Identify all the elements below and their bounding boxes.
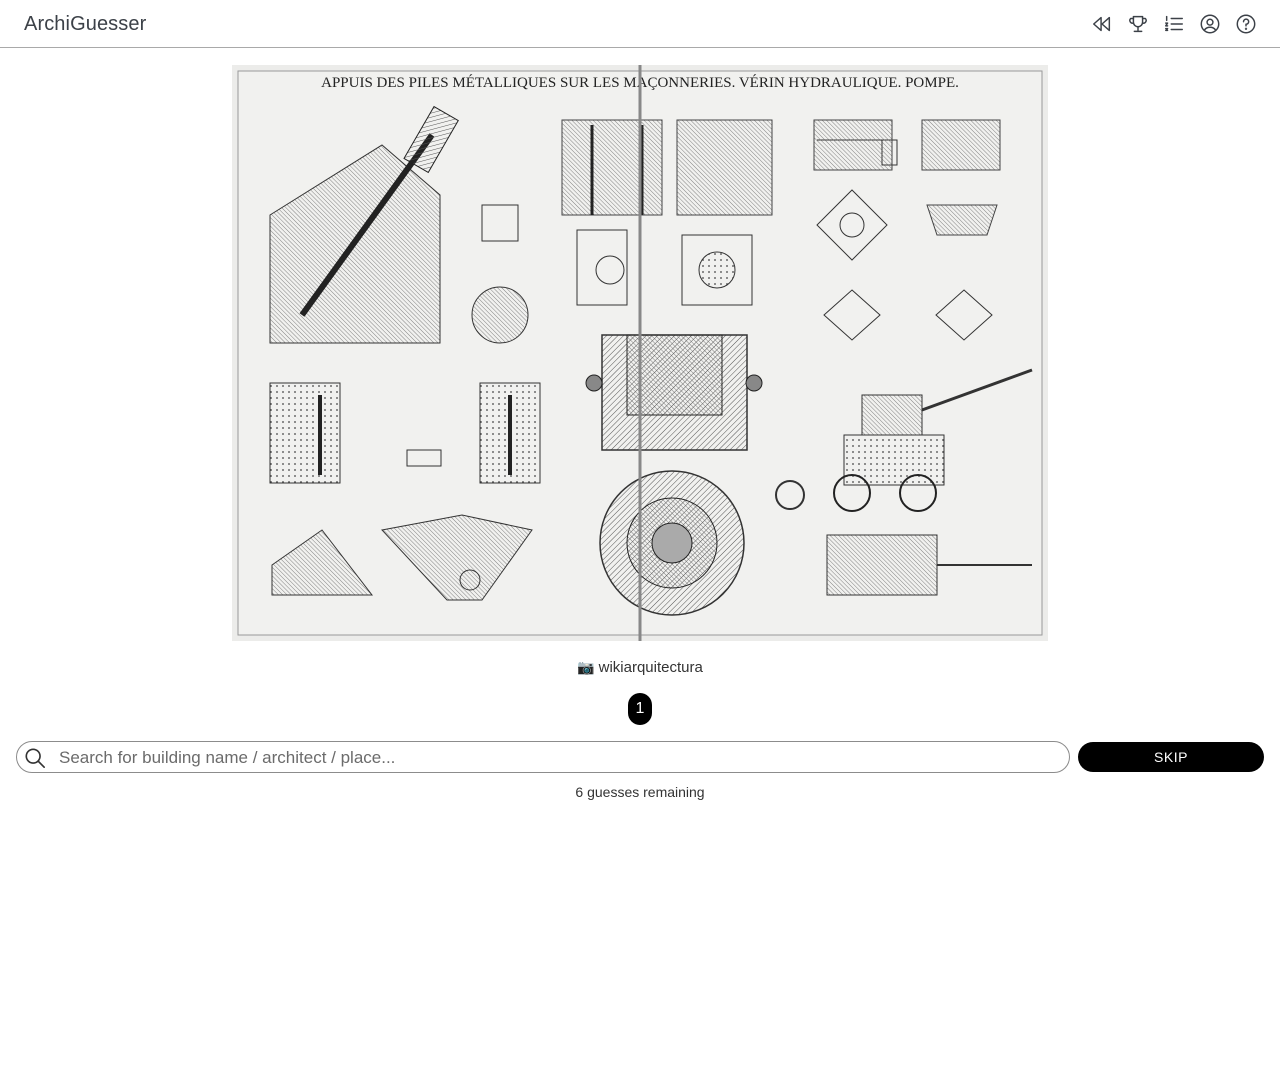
skip-button[interactable]: SKIP <box>1078 742 1264 772</box>
top-bar: ArchiGuesser <box>0 0 1280 48</box>
guesses-remaining: 6 guesses remaining <box>575 784 705 800</box>
account-icon[interactable] <box>1198 12 1222 36</box>
app-title[interactable]: ArchiGuesser <box>24 13 146 36</box>
search-input[interactable] <box>57 745 1051 771</box>
round-indicator: 1 <box>628 693 652 725</box>
camera-icon: 📷 <box>577 659 595 675</box>
help-icon[interactable] <box>1234 12 1258 36</box>
building-photo: APPUIS DES PILES MÉTALLIQUES SUR LES MAÇ… <box>232 65 1048 641</box>
trophy-icon[interactable] <box>1126 12 1150 36</box>
search-field[interactable] <box>16 741 1070 773</box>
photo-credit-link[interactable]: wikiarquitectura <box>599 659 703 676</box>
rewind-icon[interactable] <box>1090 12 1114 36</box>
photo-credit: 📷 wikiarquitectura <box>0 659 1280 676</box>
search-icon <box>25 748 45 768</box>
ranked-list-icon[interactable] <box>1162 12 1186 36</box>
engraving-plate-image: APPUIS DES PILES MÉTALLIQUES SUR LES MAÇ… <box>232 65 1048 641</box>
